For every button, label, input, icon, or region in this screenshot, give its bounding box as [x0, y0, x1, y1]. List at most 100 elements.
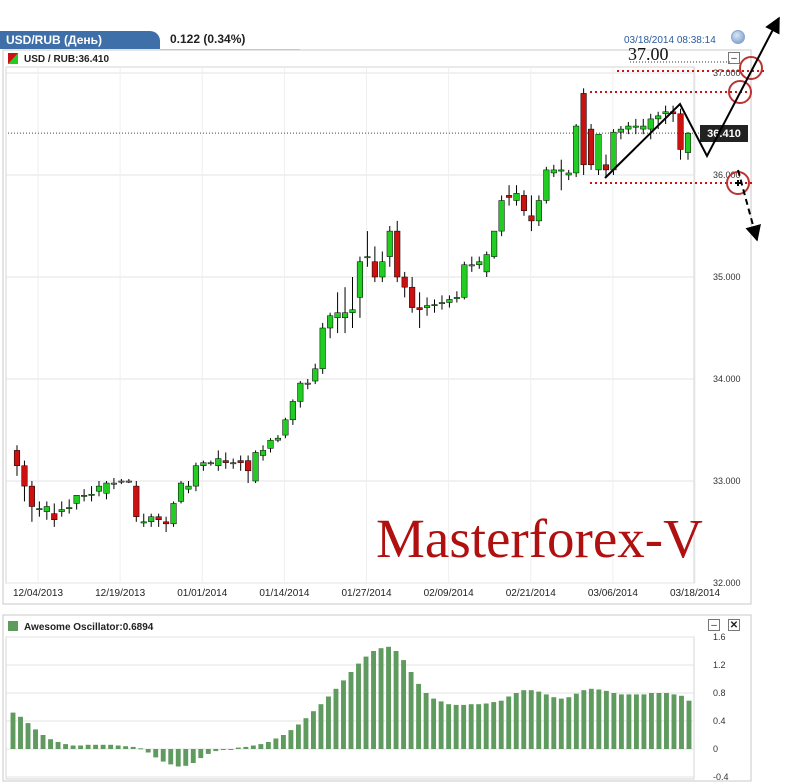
candle [558, 159, 565, 191]
candle [334, 292, 341, 334]
candle [453, 291, 460, 303]
candle-body [312, 368, 319, 382]
candle [595, 133, 602, 175]
oscillator-bar [371, 651, 376, 749]
oscillator-bar [603, 690, 609, 749]
candle-body [155, 516, 162, 521]
date-tick: 02/21/2014 [506, 588, 556, 599]
oscillator-bar [235, 747, 241, 749]
candle-body [215, 458, 222, 466]
candle [662, 105, 669, 124]
candle [327, 312, 334, 339]
symbol-tab[interactable]: USD/RUB (День) [0, 31, 160, 49]
candle-body [274, 437, 281, 441]
candle-body [133, 485, 140, 517]
oscillator-plot-area [5, 636, 695, 780]
oscillator-tick: 0 [713, 744, 718, 754]
candle-body [670, 111, 677, 115]
candle [200, 460, 207, 471]
candle-body [222, 460, 229, 463]
candle [483, 251, 490, 277]
oscillator-bar [513, 693, 519, 749]
candle [282, 417, 289, 439]
target-circle-top [739, 56, 763, 80]
settings-round-icon[interactable] [731, 30, 745, 44]
candle-body [506, 195, 513, 198]
candle-body [394, 230, 401, 278]
candle-body [491, 230, 498, 257]
oscillator-bar [476, 704, 482, 749]
candle-body [282, 419, 289, 436]
candle [610, 129, 617, 175]
oscillator-bar [679, 695, 684, 749]
candle-body [230, 462, 237, 465]
candle [431, 299, 438, 313]
close-oscillator-icon[interactable]: ✕ [728, 619, 740, 631]
candle-body [386, 230, 393, 257]
oscillator-bar [528, 690, 534, 749]
date-tick: 12/04/2013 [13, 588, 63, 599]
candle-body [43, 506, 50, 512]
candle-body [565, 172, 572, 176]
date-tick: 01/14/2014 [259, 588, 309, 599]
candle [602, 154, 610, 178]
candle [289, 399, 296, 425]
candle-body [334, 312, 341, 319]
oscillator-bar [33, 729, 38, 749]
oscillator-bar [228, 749, 234, 750]
oscillator-bar [280, 735, 286, 749]
price-tick: 36.000 [713, 170, 741, 180]
candle [207, 460, 214, 466]
oscillator-bar [671, 694, 677, 749]
oscillator-bar [633, 694, 639, 749]
oscillator-bar [401, 660, 407, 749]
annotation-price-label: 37.00 [628, 44, 669, 64]
candle [632, 118, 639, 135]
candle [66, 499, 73, 514]
oscillator-panel-frame [2, 614, 752, 782]
oscillator-bar [363, 656, 369, 749]
candle [416, 292, 423, 328]
oscillator-bar [483, 703, 489, 749]
oscillator-bar [145, 749, 151, 753]
candle-body [684, 132, 692, 153]
candle [81, 489, 88, 502]
oscillator-bar [649, 693, 654, 749]
candle-body [51, 513, 58, 521]
candle [655, 111, 662, 130]
candle-body [580, 93, 587, 166]
oscillator-tick: 1.2 [713, 660, 726, 670]
oscillator-bar [295, 724, 301, 749]
candle-body [483, 254, 490, 273]
candle-body [409, 286, 416, 308]
oscillator-bar [273, 738, 279, 749]
minimize-oscillator-icon[interactable]: – [708, 619, 720, 631]
candle-body [617, 128, 624, 133]
candle-body [125, 480, 132, 483]
oscillator-bar [10, 712, 16, 749]
candle-body [625, 125, 632, 130]
candle [341, 287, 349, 334]
oscillator-bar [25, 723, 31, 749]
candle [21, 460, 28, 502]
candle-body [237, 460, 244, 463]
oscillator-bar [558, 698, 564, 749]
minimize-chart-icon[interactable]: – [728, 52, 740, 64]
candle [528, 195, 535, 232]
annotation-overlay: 37.00 [590, 16, 780, 242]
price-tick: 33.000 [713, 476, 741, 486]
candle [409, 277, 416, 313]
candle-body [446, 299, 453, 303]
oscillator-axis: 1.6 1.2 0.8 0.4 0 -0.4 [713, 632, 729, 782]
price-tick: 37.000 [713, 68, 741, 78]
oscillator-bar [123, 746, 129, 749]
oscillator-bar [461, 704, 467, 749]
candle-body [185, 485, 192, 490]
candle [364, 231, 371, 267]
candle-body [267, 439, 274, 449]
oscillator-bar [506, 696, 512, 749]
price-axis: 37.000 36.000 35.000 34.000 33.000 32.00… [713, 68, 741, 588]
oscillator-bar [408, 672, 414, 749]
candle-body [632, 125, 639, 128]
oscillator-tick: 1.6 [713, 632, 726, 642]
